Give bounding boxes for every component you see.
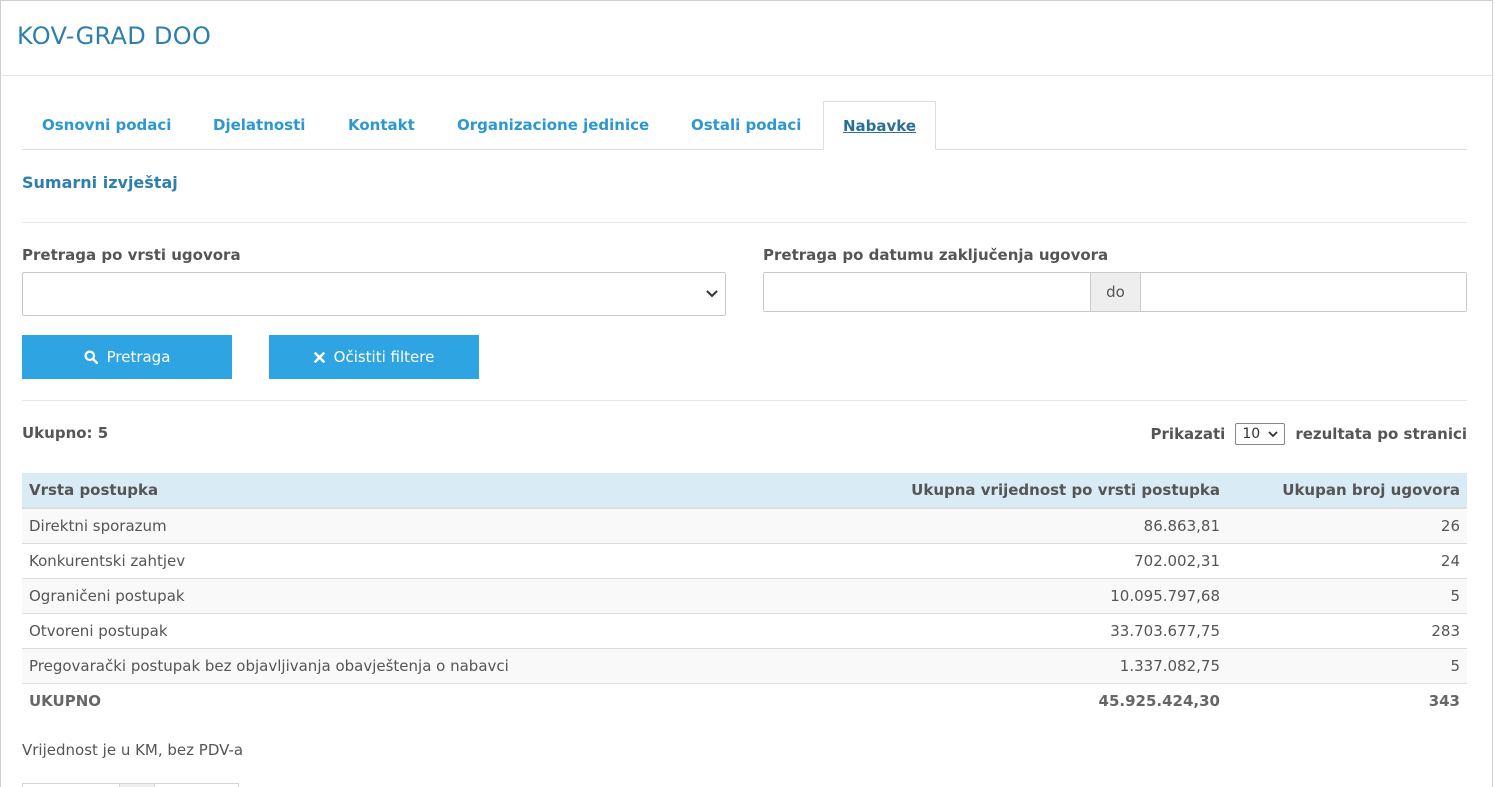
chevron-down-icon (1268, 431, 1278, 438)
page-size-label: Prikazati (1150, 425, 1226, 443)
column-header-contract-count[interactable]: Ukupan broj ugovora (1227, 473, 1467, 509)
date-from-input[interactable] (764, 273, 1090, 311)
total-value-cell: 33.703.677,75 (622, 612, 1227, 648)
clear-filters-button[interactable]: Očistiti filtere (269, 335, 479, 379)
summary-table: Vrsta postupka Ukupna vrijednost po vrst… (22, 473, 1467, 719)
currency-note: Vrijednost je u KM, bez PDV-a (22, 741, 244, 759)
date-range-group: do (763, 272, 1467, 312)
page-header: KOV-GRAD DOO (0, 0, 1493, 76)
date-to-input[interactable] (1141, 273, 1466, 311)
total-label-cell: UKUPNO (22, 682, 622, 719)
section-title: Sumarni izvještaj (22, 173, 178, 192)
results-total: Ukupno: 5 (22, 424, 109, 442)
procedure-type-cell: Pregovarački postupak bez objavljivanja … (22, 647, 622, 683)
search-button-label: Pretraga (106, 348, 171, 366)
divider (22, 400, 1467, 401)
page-size-select[interactable]: 10 (1235, 423, 1286, 445)
export-button-group[interactable] (22, 783, 239, 787)
tab-bar: Osnovni podaci Djelatnosti Kontakt Organ… (22, 101, 1467, 150)
tab-osnovni-podaci[interactable]: Osnovni podaci (42, 101, 171, 150)
procedure-type-cell: Direktni sporazum (22, 507, 622, 543)
tab-ostali-podaci[interactable]: Ostali podaci (691, 101, 801, 150)
tab-organizacione-jedinice[interactable]: Organizacione jedinice (457, 101, 649, 150)
tab-nabavke[interactable]: Nabavke (823, 101, 936, 150)
search-icon (84, 350, 98, 364)
table-row: Ograničeni postupak 10.095.797,68 5 (22, 577, 1467, 613)
total-value-cell: 10.095.797,68 (622, 577, 1227, 613)
total-value-cell: 86.863,81 (622, 507, 1227, 543)
date-range-label: Pretraga po datumu zaključenja ugovora (763, 246, 1109, 264)
procedure-type-cell: Konkurentski zahtjev (22, 542, 622, 578)
table-header-row: Vrsta postupka Ukupna vrijednost po vrst… (22, 473, 1467, 509)
procedure-type-cell: Ograničeni postupak (22, 577, 622, 613)
clear-filters-button-label: Očistiti filtere (333, 348, 435, 366)
page-size-suffix: rezultata po stranici (1295, 425, 1467, 443)
total-count-sum-cell: 343 (1227, 682, 1467, 719)
column-header-procedure-type[interactable]: Vrsta postupka (22, 473, 622, 509)
table-row: Pregovarački postupak bez objavljivanja … (22, 647, 1467, 683)
search-button[interactable]: Pretraga (22, 335, 232, 379)
page-size-control: Prikazati 10 rezultata po stranici (1151, 423, 1467, 445)
date-separator: do (1090, 273, 1141, 311)
contract-count-cell: 5 (1227, 577, 1467, 613)
table-row: Konkurentski zahtjev 702.002,31 24 (22, 542, 1467, 578)
total-value-cell: 1.337.082,75 (622, 647, 1227, 683)
page-size-value: 10 (1242, 426, 1261, 442)
tab-djelatnosti[interactable]: Djelatnosti (213, 101, 305, 150)
table-row: Direktni sporazum 86.863,81 26 (22, 507, 1467, 543)
table-total-row: UKUPNO 45.925.424,30 343 (22, 682, 1467, 719)
total-value-cell: 702.002,31 (622, 542, 1227, 578)
company-name: KOV-GRAD DOO (17, 22, 212, 50)
tab-kontakt[interactable]: Kontakt (348, 101, 415, 150)
procedure-type-cell: Otvoreni postupak (22, 612, 622, 648)
contract-count-cell: 283 (1227, 612, 1467, 648)
table-row: Otvoreni postupak 33.703.677,75 283 (22, 612, 1467, 648)
contract-count-cell: 24 (1227, 542, 1467, 578)
contract-type-label: Pretraga po vrsti ugovora (22, 246, 241, 264)
total-value-sum-cell: 45.925.424,30 (622, 682, 1227, 719)
chevron-down-icon (706, 290, 718, 298)
divider (22, 222, 1467, 223)
contract-count-cell: 5 (1227, 647, 1467, 683)
contract-count-cell: 26 (1227, 507, 1467, 543)
column-header-total-value[interactable]: Ukupna vrijednost po vrsti postupka (622, 473, 1227, 509)
contract-type-select[interactable] (22, 272, 726, 316)
close-icon (313, 351, 325, 363)
